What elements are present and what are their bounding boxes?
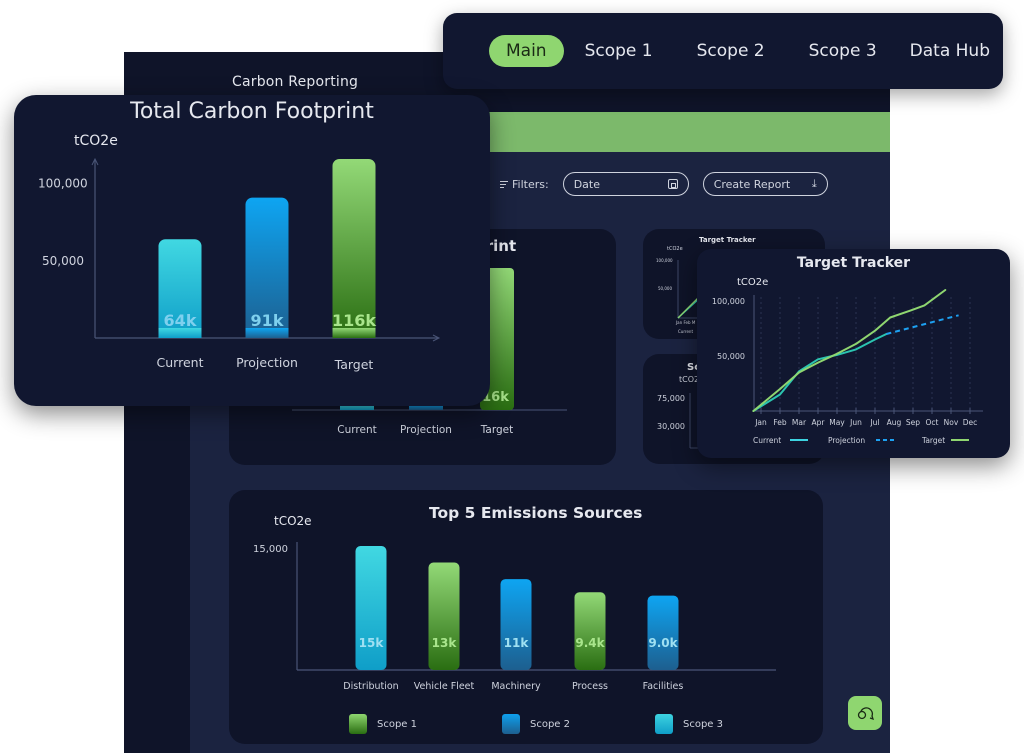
x-tick-label: Apr — [812, 418, 826, 427]
data-label: 11k — [504, 636, 530, 650]
legend-label: Current — [753, 436, 781, 445]
x-tick-label: Feb — [773, 418, 787, 427]
tab-scope-1[interactable]: Scope 1 — [568, 35, 670, 67]
download-icon: ⤓ — [811, 177, 817, 190]
x-tick-label: Sep — [906, 418, 920, 427]
y-tick-label: 50,000 — [42, 254, 84, 268]
x-tick-label: May — [829, 418, 845, 427]
top5-chart: 15,000 15k Distribution 13k Vehicle Fleet 11k… — [253, 542, 776, 692]
filter-icon — [500, 180, 508, 188]
x-tick-label: Current — [337, 424, 376, 436]
top5-legend: Scope 1 Scope 2 Scope 3 — [349, 714, 749, 736]
total-footprint-card: Total Carbon Footprint tCO2e 50,000 100,0… — [14, 95, 490, 406]
data-label: 9.0k — [648, 636, 678, 650]
x-tick-label: Jul — [869, 418, 879, 427]
x-tick-label: Jan — [754, 418, 767, 427]
legend-label: Target — [921, 436, 945, 445]
chat-bubbles-icon — [857, 707, 874, 721]
target-tracker-card: Target Tracker tCO2e Jan Feb Mar Apr May Jun J… — [697, 249, 1010, 458]
y-tick-label: 100,000 — [712, 297, 745, 306]
x-tick-label: Jun — [849, 418, 862, 427]
tab-scope-2[interactable]: Scope 2 — [680, 35, 782, 67]
bar-machinery — [500, 579, 532, 670]
legend-item-scope-1: Scope 1 — [349, 714, 417, 734]
tab-scope-3[interactable]: Scope 3 — [792, 35, 894, 67]
x-tick-label: Mar — [792, 418, 807, 427]
x-tick-label: Current — [157, 355, 204, 370]
series-line-current — [752, 333, 888, 412]
x-tick-label: Nov — [944, 418, 959, 427]
help-chat-button[interactable] — [848, 696, 882, 730]
app-title: Carbon Reporting — [232, 74, 359, 90]
y-tick-label: 15,000 — [253, 544, 288, 555]
create-report-label: Create Report — [713, 177, 791, 191]
legend-swatch — [655, 714, 673, 734]
bar-facilities — [647, 595, 679, 670]
y-tick-label: 50,000 — [717, 352, 745, 361]
legend-label: Projection — [828, 436, 865, 445]
data-label: 64k — [164, 311, 197, 330]
data-label: 13k — [432, 636, 458, 650]
filters-label: Filters: — [500, 178, 549, 191]
data-label: 15k — [359, 636, 385, 650]
series-line-projection — [886, 314, 959, 335]
data-label: 91k — [251, 311, 284, 330]
legend-label: Scope 3 — [683, 718, 724, 730]
x-tick-label: Process — [572, 681, 608, 692]
date-filter[interactable]: Date — [562, 172, 689, 196]
legend-swatch — [502, 714, 520, 734]
x-tick-label: Distribution — [343, 681, 398, 692]
tt-mini-legend: Current — [678, 329, 694, 334]
x-tick-label: Oct — [926, 418, 939, 427]
top5-card: Top 5 Emissions Sources tCO2e 15,000 15k D… — [229, 490, 823, 744]
calendar-icon — [667, 179, 678, 189]
total-footprint-chart: 50,000 100,000 64k Current 91k Projection 116k… — [38, 157, 441, 372]
x-tick-label: Dec — [963, 418, 978, 427]
y-tick-label: 100,000 — [38, 177, 88, 191]
bar-distribution — [355, 546, 387, 670]
data-label: 9.4k — [575, 636, 605, 650]
tab-main[interactable]: Main — [489, 35, 564, 67]
x-tick-label: Facilities — [643, 681, 684, 692]
x-tick-label: Vehicle Fleet — [414, 681, 475, 692]
x-tick-label: Target — [334, 357, 374, 372]
tab-data-hub[interactable]: Data Hub — [904, 35, 1007, 67]
tt-mini-months: Jan Feb M — [676, 320, 696, 325]
bar-process — [574, 592, 606, 670]
legend-item-scope-3: Scope 3 — [655, 714, 723, 734]
target-tracker-chart: Jan Feb Mar Apr May Jun Jul Aug Sep Oct Nov Dec 50,0… — [712, 289, 983, 445]
legend-swatch — [349, 714, 367, 734]
legend-label: Scope 2 — [530, 718, 571, 730]
legend-item-scope-2: Scope 2 — [502, 714, 570, 734]
x-tick-label: Aug — [887, 418, 902, 427]
data-label: 116k — [332, 311, 376, 330]
date-filter-placeholder: Date — [573, 177, 600, 191]
x-tick-label: Projection — [400, 424, 452, 436]
bar-vehicle-fleet — [428, 562, 460, 670]
create-report-button[interactable]: Create Report ⤓ — [702, 172, 828, 196]
legend-label: Scope 1 — [377, 718, 418, 730]
filter-bar: Filters: Date Create Report ⤓ — [500, 172, 828, 196]
x-tick-label: Projection — [236, 355, 298, 370]
green-banner — [444, 112, 890, 152]
x-tick-label: Target — [480, 424, 513, 436]
x-tick-label: Machinery — [491, 681, 541, 692]
tab-bar: Main Scope 1 Scope 2 Scope 3 Data Hub — [443, 13, 1003, 89]
